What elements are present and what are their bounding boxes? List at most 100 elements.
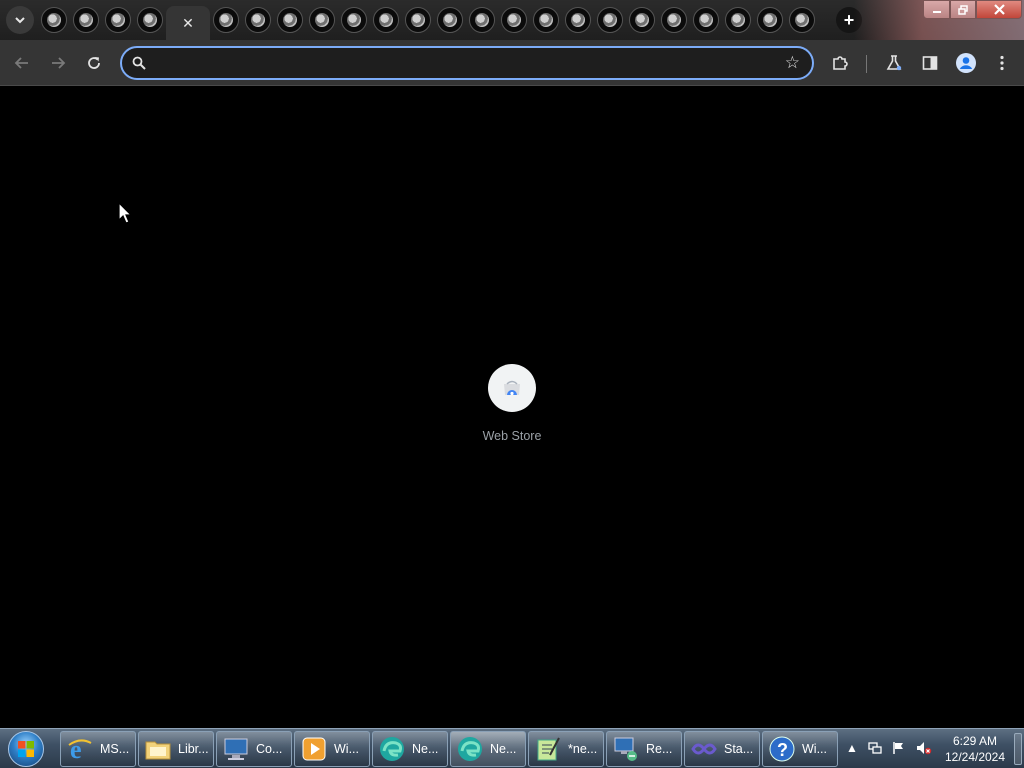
tab[interactable] [594,6,626,34]
address-input[interactable] [156,53,756,73]
tab[interactable] [466,6,498,34]
tab[interactable] [70,6,102,34]
mouse-cursor-icon [118,202,133,224]
new-tab-button[interactable]: + [836,7,862,33]
tab[interactable] [434,6,466,34]
clock-date: 12/24/2024 [944,750,1006,764]
globe-favicon-icon [309,7,335,33]
tab[interactable] [274,6,306,34]
arrow-left-icon [14,57,28,69]
web-store-icon [504,380,520,396]
globe-favicon-icon [661,7,687,33]
minimize-button[interactable] [923,0,950,19]
tab-search-button[interactable] [6,6,34,34]
show-desktop-button[interactable] [1014,733,1022,765]
globe-favicon-icon [405,7,431,33]
tab[interactable] [754,6,786,34]
globe-favicon-icon [469,7,495,33]
address-bar[interactable]: ☆ [120,46,814,80]
globe-favicon-icon [41,7,67,33]
tab[interactable] [786,6,818,34]
ie-icon: e [65,734,95,764]
minimize-icon [932,10,941,13]
taskbar-button[interactable]: Ne... [450,731,526,767]
globe-favicon-icon [105,7,131,33]
tab[interactable] [562,6,594,34]
globe-favicon-icon [373,7,399,33]
close-tab-icon[interactable]: ✕ [182,15,194,32]
close-icon [993,4,1005,15]
tab-list: ✕ [38,6,818,40]
forward-button[interactable] [44,49,72,77]
globe-favicon-icon [757,7,783,33]
taskbar-button-label: Sta... [724,742,754,756]
window-controls [923,0,1022,20]
extensions-button[interactable] [826,49,854,77]
taskbar-button[interactable]: e MS... [60,731,136,767]
tab[interactable] [658,6,690,34]
taskbar-button-label: Ne... [490,742,517,756]
labs-button[interactable] [880,49,908,77]
edge-icon [455,734,485,764]
more-vert-icon [1000,55,1004,71]
tab[interactable] [242,6,274,34]
tab[interactable] [722,6,754,34]
action-center-flag-icon[interactable] [892,741,906,758]
tab[interactable] [626,6,658,34]
globe-favicon-icon [789,7,815,33]
arrow-right-icon [52,57,66,69]
taskbar-button[interactable]: Re... [606,731,682,767]
tab[interactable] [102,6,134,34]
volume-muted-icon[interactable] [916,741,932,758]
show-hidden-icons-icon[interactable]: ▲ [846,741,858,755]
globe-favicon-icon [213,7,239,33]
globe-favicon-icon [277,7,303,33]
tab[interactable] [370,6,402,34]
tab[interactable] [338,6,370,34]
notepad-icon [533,734,563,764]
globe-favicon-icon [437,7,463,33]
search-icon [132,56,146,70]
back-button[interactable] [8,49,36,77]
taskbar-button[interactable]: Co... [216,731,292,767]
taskbar-button-label: Wi... [802,742,827,756]
profile-button[interactable] [952,49,980,77]
side-panel-icon [922,56,938,70]
tab[interactable] [402,6,434,34]
taskbar-button-label: Wi... [334,742,359,756]
close-window-button[interactable] [976,0,1022,19]
tab[interactable] [38,6,70,34]
tab[interactable] [210,6,242,34]
tab[interactable] [306,6,338,34]
taskbar-button-label: MS... [100,742,130,756]
screen: ✕ + ☆ Web Store e MS... Libr... Co... Wi… [0,0,1024,768]
taskbar-button[interactable]: Ne... [372,731,448,767]
menu-button[interactable] [988,49,1016,77]
taskbar-button[interactable]: Libr... [138,731,214,767]
clock[interactable]: 6:29 AM 12/24/2024 [940,733,1010,765]
globe-favicon-icon [137,7,163,33]
libraries-folder-icon [143,734,173,764]
globe-favicon-icon [501,7,527,33]
bookmark-star-icon[interactable]: ☆ [785,53,800,73]
tab-active[interactable]: ✕ [166,6,210,40]
taskbar-button-label: Libr... [178,742,209,756]
puzzle-icon [833,56,848,70]
taskbar-button[interactable]: Sta... [684,731,760,767]
tab[interactable] [690,6,722,34]
start-button[interactable] [4,730,48,768]
reload-button[interactable] [80,49,108,77]
taskbar-button[interactable]: Wi... [294,731,370,767]
shortcut-tile[interactable]: Web Store [472,364,552,443]
network-icon[interactable] [868,741,882,758]
side-panel-button[interactable] [916,49,944,77]
shortcut-label: Web Store [482,429,542,443]
plus-icon: + [843,9,855,30]
restore-button[interactable] [950,0,976,19]
tab[interactable] [498,6,530,34]
tab[interactable] [134,6,166,34]
tab[interactable] [530,6,562,34]
taskbar-button[interactable]: ? Wi... [762,731,838,767]
globe-favicon-icon [597,7,623,33]
taskbar-button[interactable]: *ne... [528,731,604,767]
